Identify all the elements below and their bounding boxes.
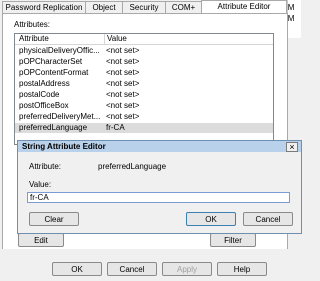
row-attribute: preferredDeliveryMet... xyxy=(19,112,101,121)
value-label: Value: xyxy=(29,180,52,189)
clear-button[interactable]: Clear xyxy=(29,212,79,226)
list-item[interactable]: postalAddress <not set> xyxy=(15,79,273,89)
attributes-list[interactable]: Attribute Value physicalDeliveryOffic...… xyxy=(14,33,274,145)
list-item[interactable]: pOPContentFormat <not set> xyxy=(15,68,273,78)
background-text-2: curite M xyxy=(287,14,295,23)
dialog-titlebar: String Attribute Editor × xyxy=(18,141,301,152)
row-value: <not set> xyxy=(106,112,140,121)
edit-button[interactable]: Edit xyxy=(18,233,64,247)
row-attribute: pOPCharacterSet xyxy=(19,57,83,66)
row-attribute: pOPContentFormat xyxy=(19,68,89,77)
background-text-1: curite M xyxy=(287,3,295,12)
sheet-cancel-button[interactable]: Cancel xyxy=(107,262,157,276)
list-item[interactable]: postOfficeBox <not set> xyxy=(15,101,273,111)
row-value: <not set> xyxy=(106,68,140,77)
column-header-attribute[interactable]: Attribute xyxy=(15,34,105,45)
list-item-selected[interactable]: preferredLanguage fr-CA xyxy=(15,123,273,133)
sheet-apply-button[interactable]: Apply xyxy=(162,262,212,276)
list-item[interactable]: physicalDeliveryOffic... <not set> xyxy=(15,46,273,56)
row-value: <not set> xyxy=(106,90,140,99)
row-attribute: postOfficeBox xyxy=(19,101,69,110)
list-item[interactable]: preferredDeliveryMet... <not set> xyxy=(15,112,273,122)
string-attribute-editor-dialog: String Attribute Editor × Attribute: pre… xyxy=(17,140,302,234)
column-header-value[interactable]: Value xyxy=(105,34,273,45)
dialog-title: String Attribute Editor xyxy=(22,142,106,151)
attribute-label: Attribute: xyxy=(29,162,62,171)
row-attribute: postalCode xyxy=(19,90,60,99)
sheet-ok-button[interactable]: OK xyxy=(52,262,102,276)
list-item[interactable]: postalCode <not set> xyxy=(15,90,273,100)
row-attribute: postalAddress xyxy=(19,79,70,88)
attributes-label: Attributes: xyxy=(14,20,51,29)
row-value: <not set> xyxy=(106,57,140,66)
cancel-button[interactable]: Cancel xyxy=(243,212,293,226)
row-attribute: preferredLanguage xyxy=(19,123,88,132)
row-value: <not set> xyxy=(106,101,140,110)
row-value: <not set> xyxy=(106,46,140,55)
tab-strip: Password Replication Object Security COM… xyxy=(0,0,288,15)
sheet-help-button[interactable]: Help xyxy=(217,262,267,276)
row-value: <not set> xyxy=(106,79,140,88)
row-value: fr-CA xyxy=(106,123,125,132)
value-input[interactable]: fr-CA xyxy=(27,192,290,203)
ok-button[interactable]: OK xyxy=(186,212,236,226)
filter-button[interactable]: Filter xyxy=(210,233,256,247)
background-window-strip: curite M curite M xyxy=(287,0,301,38)
list-item[interactable]: pOPCharacterSet <not set> xyxy=(15,57,273,67)
row-attribute: physicalDeliveryOffic... xyxy=(19,46,100,55)
attribute-name-value: preferredLanguage xyxy=(98,162,167,171)
close-icon[interactable]: × xyxy=(286,142,298,152)
